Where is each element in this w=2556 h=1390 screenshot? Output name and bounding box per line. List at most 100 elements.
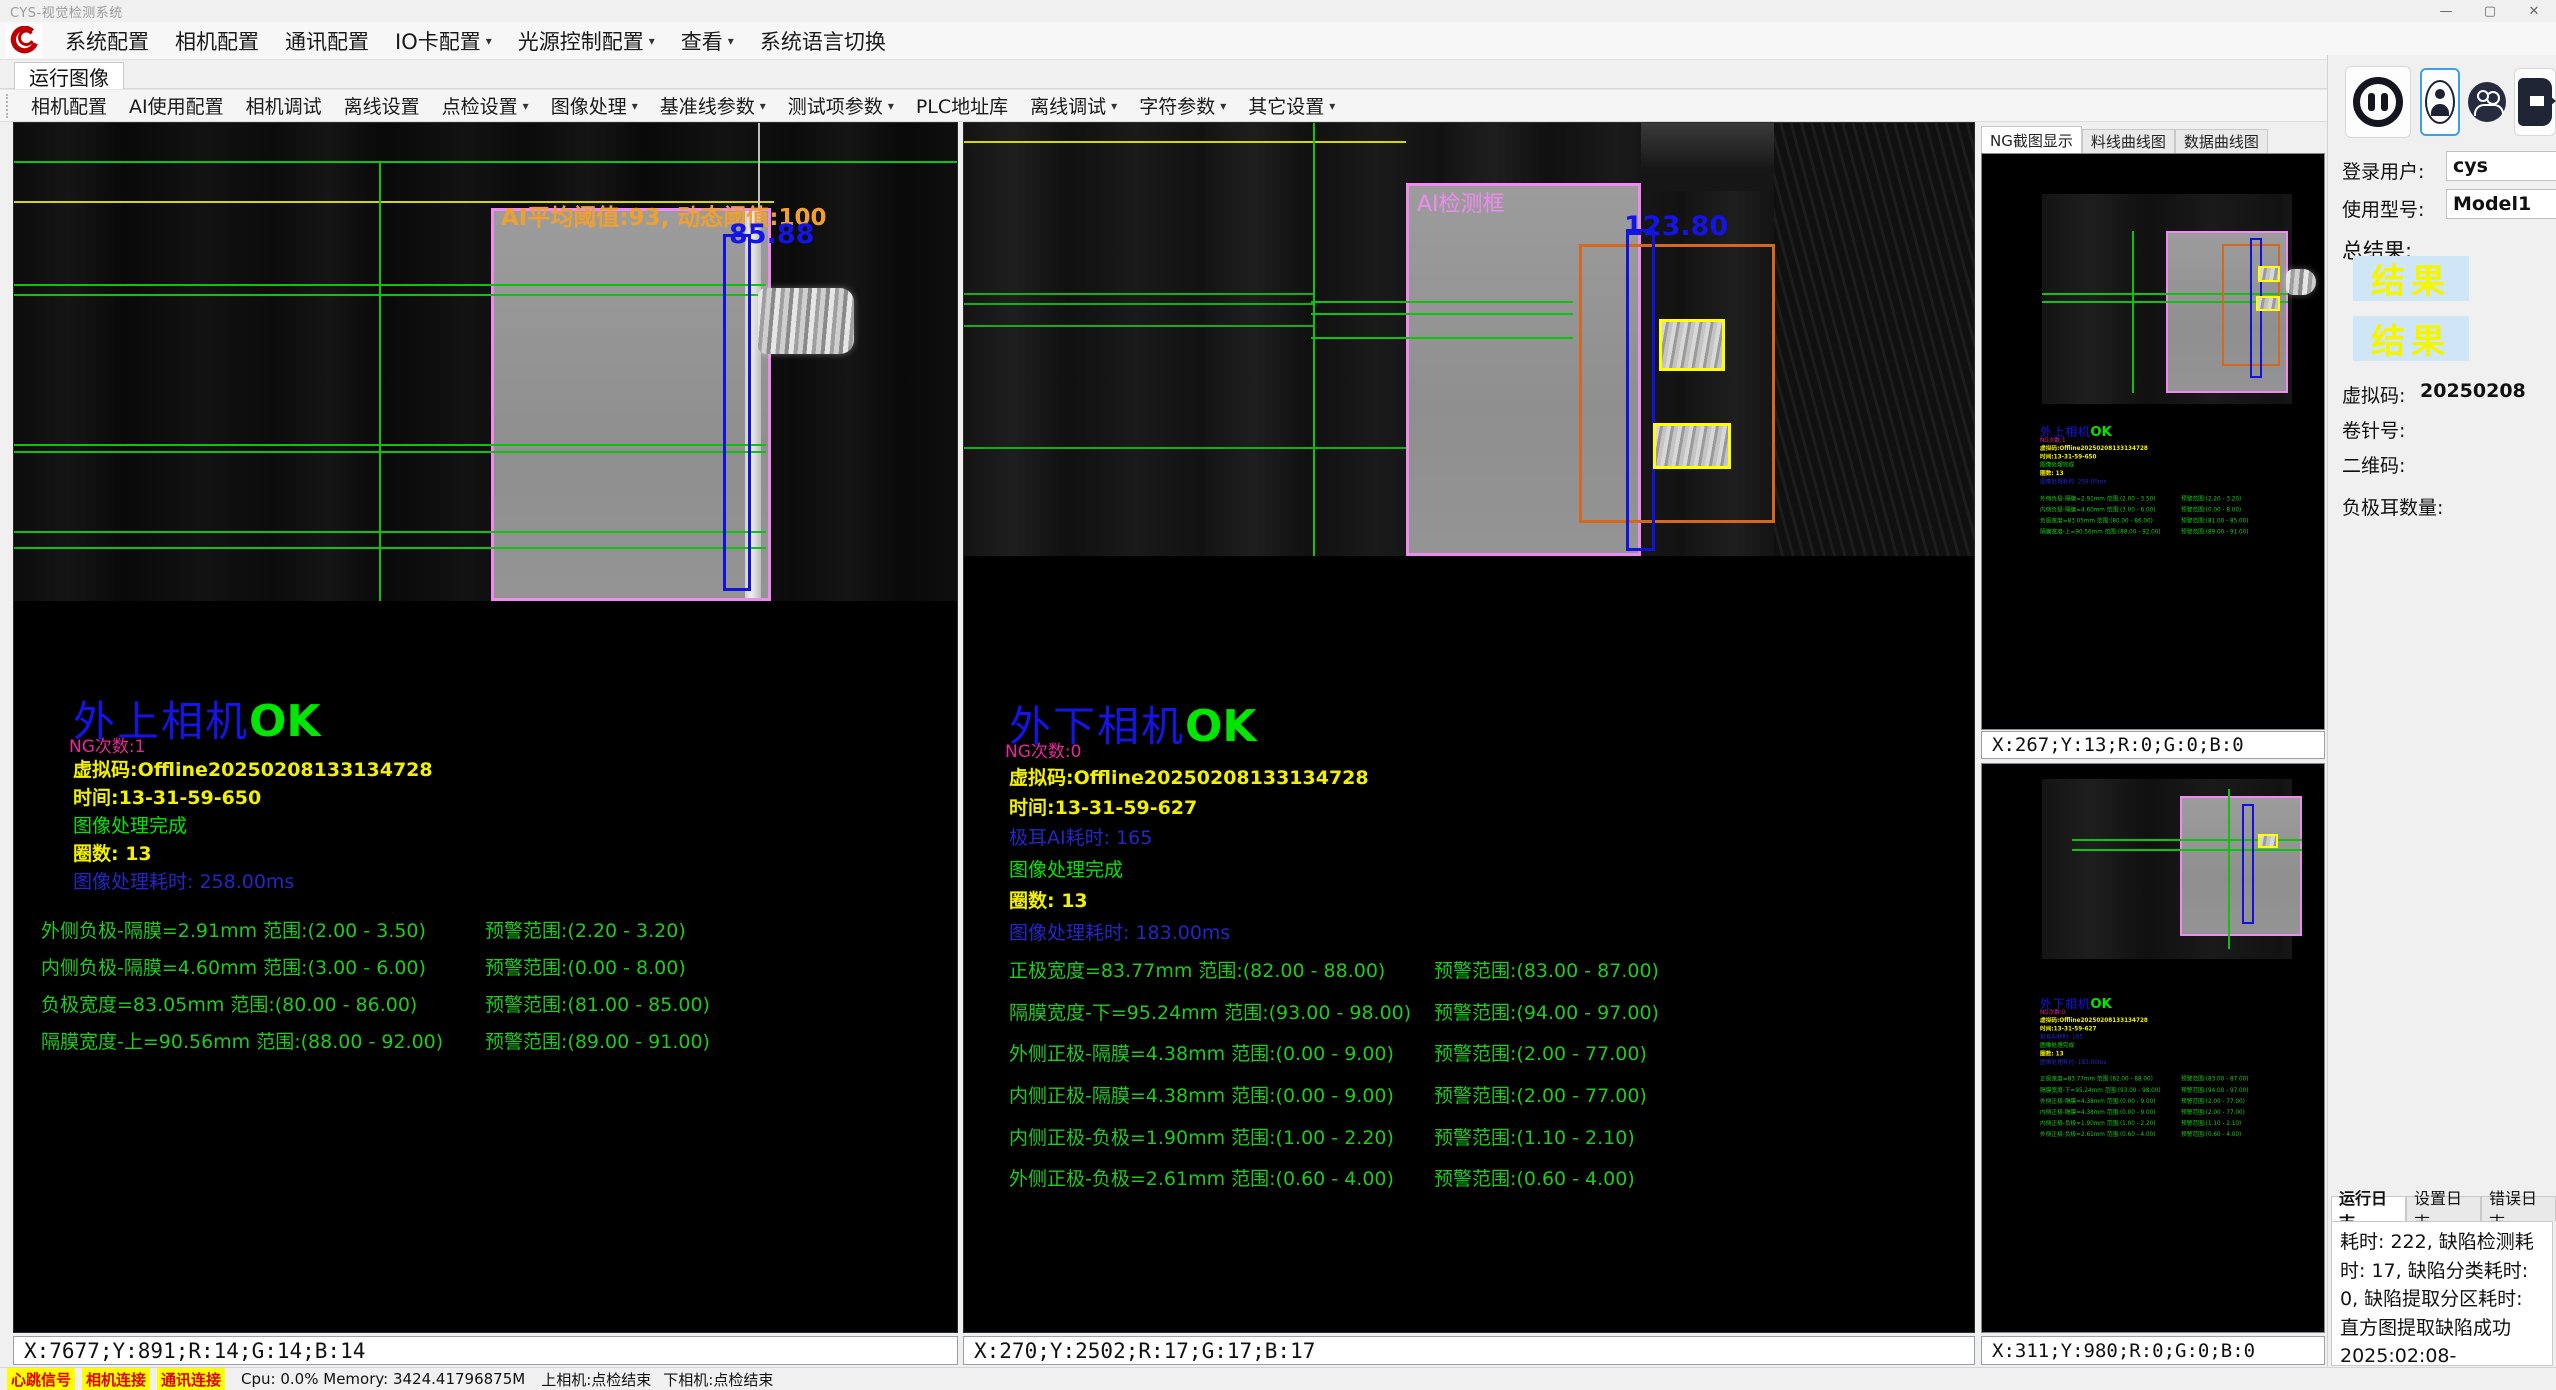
tool-camera-debug[interactable]: 相机调试 (235, 92, 333, 119)
ai-time: 极耳AI耗时: 165 (1009, 823, 1152, 850)
dropdown-arrow-icon: ▾ (888, 99, 894, 113)
tool-ai-use-config[interactable]: AI使用配置 (118, 92, 235, 119)
dropdown-arrow-icon: ▾ (1329, 99, 1335, 113)
measurement-text: 外侧正极-负极=2.61mm 范围:(0.60 - 4.00) (1009, 1164, 1394, 1191)
app-logo-icon (6, 24, 42, 58)
tab-detect-box (2256, 296, 2280, 311)
measure-vline (2132, 231, 2134, 393)
tab-line-curve[interactable]: 料线曲线图 (2082, 129, 2175, 153)
login-user-input[interactable]: cys (2446, 151, 2556, 181)
tab-run-image[interactable]: 运行图像 (14, 62, 124, 89)
measure-line (14, 451, 766, 453)
ng-thumbnail-2[interactable]: 外下相机OK NG次数:0 虚拟码:Offline202502081331347… (1981, 763, 2325, 1333)
menu-language-switch[interactable]: 系统语言切换 (747, 22, 899, 59)
tab-error-log[interactable]: 错误日志 (2481, 1196, 2556, 1221)
maximize-icon[interactable]: ▢ (2468, 0, 2512, 22)
qr-code-label: 二维码: (2342, 451, 2405, 478)
menu-light-control-config[interactable]: 光源控制配置▾ (505, 22, 668, 59)
camera1-view[interactable]: AI平均阈值:93, 动态阈值:100 85.88 外上相机OK NG次数:1 … (13, 122, 958, 1333)
camera2-coord-bar: X:270;Y:2502;R:17;G:17;B:17 (963, 1336, 1975, 1365)
process-done: 图像处理完成 (73, 811, 187, 838)
pause-button[interactable] (2345, 66, 2411, 138)
run-log-text[interactable]: 耗时: 222, 缺陷检测耗时: 17, 缺陷分类耗时: 0, 缺陷提取分区耗时… (2331, 1221, 2553, 1366)
menu-system-config[interactable]: 系统配置 (52, 22, 162, 59)
measure-vline (1313, 123, 1315, 556)
dropdown-arrow-icon: ▾ (486, 34, 492, 48)
tool-offline-debug[interactable]: 离线调试▾ (1019, 92, 1128, 119)
ng-count: NG次数:0 (1005, 737, 1081, 762)
toolbar-grip[interactable] (6, 94, 12, 118)
camera2-view[interactable]: AI检测框 123.80 外下相机OK NG次数:0 虚拟码:Offline20… (963, 122, 1975, 1333)
tab-data-curve[interactable]: 数据曲线图 (2175, 129, 2268, 153)
measurement-text: 正极宽度=83.77mm 范围:(82.00 - 88.00) (1009, 956, 1385, 983)
measure-value-text: 123.80 (1624, 211, 1728, 242)
dropdown-arrow-icon: ▾ (523, 99, 529, 113)
titlebar: CYS-视觉检测系统 — ▢ ✕ (0, 0, 2556, 22)
virtual-code: 虚拟码:Offline20250208133134728 (1009, 763, 1369, 790)
window-title: CYS-视觉检测系统 (10, 2, 123, 21)
tool-char-params[interactable]: 字符参数▾ (1128, 92, 1237, 119)
measure-line (14, 531, 766, 533)
app-window: CYS-视觉检测系统 — ▢ ✕ 系统配置 相机配置 通讯配置 IO卡配置▾ 光… (0, 0, 2556, 1390)
close-icon[interactable]: ✕ (2512, 0, 2556, 22)
thumbnail2-coord-bar: X:311;Y:980;R:0;G:0;B:0 (1981, 1336, 2325, 1365)
tool-plc-address-lib[interactable]: PLC地址库 (905, 92, 1019, 119)
process-time: 图像处理耗时: 258.00ms (73, 867, 294, 894)
tool-offline-settings[interactable]: 离线设置 (333, 92, 431, 119)
lower-cam-status: 下相机:点检结束 (663, 1369, 773, 1390)
minimize-icon[interactable]: — (2424, 0, 2468, 22)
measure-line (964, 447, 1406, 449)
logout-button[interactable] (2514, 68, 2556, 136)
tool-other-settings[interactable]: 其它设置▾ (1237, 92, 1346, 119)
tool-baseline-params[interactable]: 基准线参数▾ (649, 92, 777, 119)
tool-spot-check-settings[interactable]: 点检设置▾ (431, 92, 540, 119)
camera1-coord-bar: X:7677;Y:891;R:14;G:14;B:14 (13, 1336, 958, 1365)
users-button[interactable] (2468, 70, 2506, 134)
separator-region (2180, 796, 2302, 936)
dropdown-arrow-icon: ▾ (760, 99, 766, 113)
model-input[interactable]: Model1 (2446, 189, 2556, 219)
menu-camera-config[interactable]: 相机配置 (162, 22, 272, 59)
measure-vline (379, 161, 381, 601)
result-badge-2: 结果 (2353, 316, 2469, 361)
dropdown-arrow-icon: ▾ (1220, 99, 1226, 113)
detect-box-blue (723, 234, 751, 591)
tab-settings-log[interactable]: 设置日志 (2406, 1196, 2481, 1221)
measurement-text: 外侧负极-隔膜=2.91mm 范围:(2.00 - 3.50) (41, 916, 426, 943)
measure-line (14, 444, 766, 446)
tab-detect-box (2258, 266, 2280, 282)
tool-camera-config[interactable]: 相机配置 (20, 92, 118, 119)
tool-test-item-params[interactable]: 测试项参数▾ (777, 92, 905, 119)
measure-line (14, 547, 766, 549)
cpu-memory-text: Cpu: 0.0% Memory: 3424.41796875M (241, 1370, 525, 1388)
camera1-image: AI平均阈值:93, 动态阈值:100 85.88 (14, 123, 958, 601)
tab-detect-box (1659, 319, 1725, 371)
tab-ng-screenshot[interactable]: NG截图显示 (1981, 126, 2082, 153)
ng-thumbnail-1[interactable]: 外上相机OK NG次数:1 虚拟码:Offline202502081331347… (1981, 153, 2325, 730)
ng-count: NG次数:1 (69, 732, 145, 757)
measurement-warn: 预警范围:(2.00 - 77.00) (1434, 1039, 1647, 1066)
user-button[interactable] (2420, 68, 2460, 136)
process-done: 图像处理完成 (1009, 855, 1123, 882)
dropdown-arrow-icon: ▾ (649, 34, 655, 48)
measurement-warn: 预警范围:(0.00 - 8.00) (485, 953, 686, 980)
tab-run-log[interactable]: 运行日志 (2331, 1196, 2406, 1221)
measurement-text: 内侧正极-负极=1.90mm 范围:(1.00 - 2.20) (1009, 1123, 1394, 1150)
reel-number-label: 卷针号: (2342, 416, 2405, 443)
model-label: 使用型号: (2342, 195, 2424, 222)
measure-line (964, 303, 1313, 305)
menu-comm-config[interactable]: 通讯配置 (272, 22, 382, 59)
result-badge-1: 结果 (2353, 256, 2469, 301)
measure-line (14, 294, 766, 296)
thumbnail1-coord-bar: X:267;Y:13;R:0;G:0;B:0 (1981, 731, 2325, 759)
capture-time: 时间:13-31-59-627 (1009, 793, 1197, 820)
menu-io-card-config[interactable]: IO卡配置▾ (382, 22, 505, 59)
measurement-text: 内侧负极-隔膜=4.60mm 范围:(3.00 - 6.00) (41, 953, 426, 980)
ng-display-tabs: NG截图显示 料线曲线图 数据曲线图 (1981, 126, 2325, 153)
process-time: 图像处理耗时: 183.00ms (1009, 918, 1230, 945)
person-icon (2425, 80, 2455, 124)
measure-vline (2228, 789, 2230, 949)
electrode-tab (758, 288, 854, 354)
tool-image-processing[interactable]: 图像处理▾ (540, 92, 649, 119)
menu-view[interactable]: 查看▾ (668, 22, 747, 59)
